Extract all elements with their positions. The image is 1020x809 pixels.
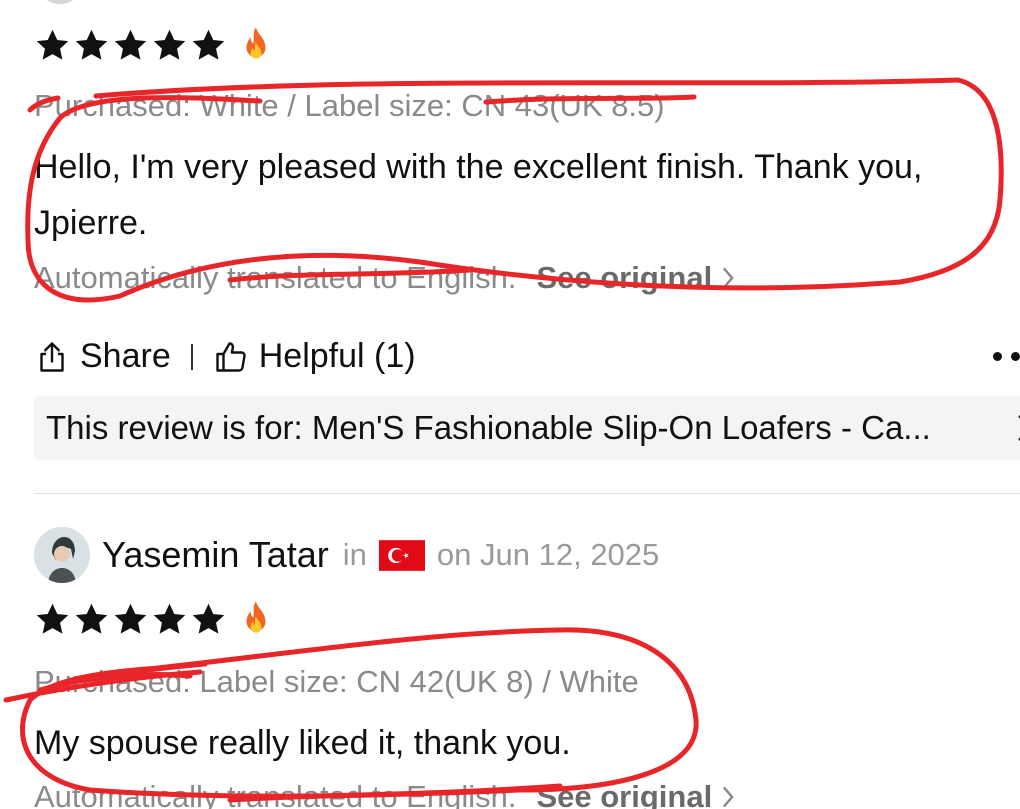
helpful-label: Helpful (1) [258, 337, 416, 375]
share-button[interactable]: Share [34, 337, 171, 376]
see-original-label: See original [536, 260, 713, 295]
thumbs-up-icon [216, 341, 246, 372]
more-options-icon[interactable] [993, 352, 1020, 361]
star-icon [151, 601, 188, 638]
share-icon [40, 341, 64, 372]
review-body: My spouse really liked it, thank you. [34, 724, 571, 762]
star-icon [112, 601, 149, 638]
star-icon [73, 601, 110, 638]
chevron-right-icon [723, 786, 734, 808]
purchased-variant: Purchased: Label size: CN 42(UK 8) / Whi… [34, 664, 639, 699]
circle-annotation [20, 627, 699, 799]
reviewer-info: Yasemin Tatar in on Jun 12, 2025 [34, 527, 659, 583]
translation-note: Automatically translated to English. See… [34, 779, 736, 809]
star-icon [34, 601, 71, 638]
purchased-variant: Purchased: White / Label size: CN 43(UK … [34, 88, 665, 123]
see-original-link[interactable]: See original [536, 260, 736, 296]
review-separator [34, 493, 1020, 494]
star-icon [151, 27, 188, 64]
in-label: in [342, 537, 367, 572]
reviewer-name: Yasemin Tatar [102, 534, 329, 575]
star-icon [112, 27, 149, 64]
helpful-button[interactable]: Helpful (1) [213, 337, 416, 376]
see-original-label: See original [536, 779, 713, 809]
translated-label: Automatically translated to English. [34, 260, 517, 295]
review-body: Hello, I'm very pleased with the excelle… [34, 148, 923, 242]
more-dot [1011, 352, 1020, 361]
chevron-right-icon [1018, 415, 1020, 441]
review-date: on Jun 12, 2025 [436, 537, 660, 572]
review-actions: Share Helpful (1) [34, 337, 416, 376]
translation-note: Automatically translated to English. See… [34, 260, 736, 296]
see-original-link[interactable]: See original [536, 779, 736, 809]
star-icon [73, 27, 110, 64]
previous-avatar [40, 0, 80, 4]
star-rating [34, 26, 273, 64]
star-icon [34, 27, 71, 64]
share-label: Share [80, 337, 171, 375]
avatar[interactable] [34, 527, 90, 583]
star-icon [190, 27, 227, 64]
star-icon [190, 601, 227, 638]
more-dot [993, 352, 1002, 361]
fire-icon [239, 600, 273, 638]
review-product-link[interactable]: This review is for: Men'S Fashionable Sl… [34, 396, 1020, 460]
action-divider [190, 343, 193, 370]
chevron-right-icon [723, 267, 734, 289]
turkey-flag-icon [378, 539, 425, 571]
review-product-label: This review is for: Men'S Fashionable Sl… [46, 409, 931, 446]
star-rating [34, 600, 273, 638]
fire-icon [239, 26, 273, 64]
translated-label: Automatically translated to English. [34, 779, 517, 809]
